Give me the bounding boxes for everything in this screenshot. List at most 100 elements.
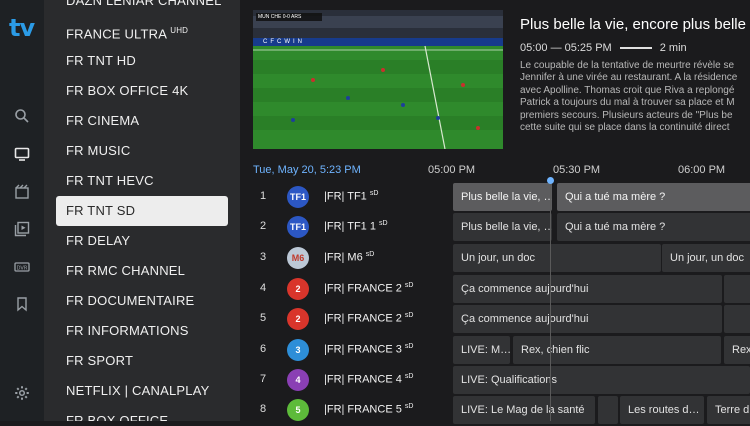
- channel-name-text: |FR| TF1 1: [324, 220, 380, 233]
- channel-group-item[interactable]: FR TNT HEVC: [56, 166, 228, 196]
- program-cell[interactable]: Les routes d…: [620, 396, 704, 424]
- channel-quality-badge: sD: [379, 220, 388, 227]
- channel-name-text: |FR| FRANCE 4: [324, 373, 405, 386]
- description-line: Patrick a toujours du mal à trouver sa p…: [520, 97, 735, 109]
- epg-row[interactable]: 2 TF1 |FR| TF1 1 sD Plus belle la vie, … Qui…: [240, 212, 750, 243]
- epg-row[interactable]: 4 2 |FR| FRANCE 2 sD Ça commence aujourd'hu…: [240, 274, 750, 305]
- channel-group-item[interactable]: FR DOCUMENTAIRE: [56, 286, 228, 316]
- program-duration: 2 min: [659, 42, 687, 54]
- channel-group-item[interactable]: FR MUSIC: [56, 136, 228, 166]
- program-cell[interactable]: Rex,: [724, 336, 750, 364]
- channel-number: 7: [260, 373, 267, 385]
- channel-number: 6: [260, 343, 267, 355]
- channel-group-label: FR TNT SD: [66, 203, 136, 218]
- program-cell[interactable]: Un jour, un doc: [662, 244, 750, 272]
- app-logo: tv: [9, 14, 35, 42]
- channel-group-item[interactable]: FR TNT SD: [56, 196, 228, 226]
- channel-logo: TF1: [287, 186, 309, 208]
- channel-name: |FR| FRANCE 5 sD: [324, 403, 413, 416]
- channel-group-item[interactable]: FR RMC CHANNEL: [56, 256, 228, 286]
- dvr-icon[interactable]: DVR: [13, 258, 31, 276]
- channel-name: |FR| TF1 1 sD: [324, 220, 388, 233]
- channel-quality-badge: sD: [404, 282, 414, 289]
- now-indicator-dot: [547, 177, 554, 184]
- channel-group-item[interactable]: FR DELAY: [56, 226, 228, 256]
- program-cell[interactable]: [598, 396, 618, 424]
- tv-icon[interactable]: [13, 145, 31, 163]
- settings-icon[interactable]: [13, 384, 31, 402]
- program-description: Le coupable de la tentative de meurtre r…: [520, 60, 750, 134]
- channel-name-text: |FR| FRANCE 5: [324, 403, 405, 416]
- program-cell[interactable]: Ça commence aujourd'hui: [453, 305, 722, 333]
- channel-group-item[interactable]: FR INFORMATIONS: [56, 316, 228, 346]
- channel-group-label: FR TNT HD: [66, 53, 136, 68]
- channel-logo: 2: [287, 278, 309, 300]
- program-cell[interactable]: [724, 275, 750, 303]
- channel-group-label: NETFLIX | CANALPLAY: [66, 383, 210, 398]
- movie-icon[interactable]: [13, 183, 31, 201]
- channel-group-label: FR INFORMATIONS: [66, 323, 189, 338]
- program-cell[interactable]: Plus belle la vie, …: [453, 183, 552, 211]
- channel-group-label: FR TNT HEVC: [66, 173, 154, 188]
- series-icon[interactable]: [13, 220, 31, 238]
- side-nav-rail: tv DVR: [0, 0, 44, 421]
- channel-quality-badge: sD: [365, 251, 375, 258]
- description-line: premiers secours. Plusieurs acteurs de "…: [520, 109, 733, 121]
- program-cell[interactable]: [724, 305, 750, 333]
- program-cell[interactable]: Terre d: [707, 396, 750, 424]
- channel-group-item[interactable]: FR BOX OFFICE: [56, 406, 228, 421]
- time-tick: 05:00 PM: [428, 164, 476, 176]
- channel-name-text: |FR| FRANCE 2: [324, 312, 405, 325]
- channel-group-label: FR BOX OFFICE 4K: [66, 83, 189, 98]
- program-cell[interactable]: Rex, chien flic: [513, 336, 721, 364]
- epg-row[interactable]: 3 M6 |FR| M6 sD Un jour, un doc Un jour, un …: [240, 243, 750, 274]
- channel-name: |FR| M6 sD: [324, 251, 374, 264]
- channel-number: 4: [260, 282, 267, 294]
- program-cell[interactable]: Ça commence aujourd'hui: [453, 275, 722, 303]
- program-cell[interactable]: Plus belle la vie, …: [453, 213, 552, 241]
- channel-logo: 2: [287, 308, 309, 330]
- now-indicator-line: [550, 180, 551, 421]
- program-info: Plus belle la vie, encore plus belle 05:…: [520, 12, 750, 134]
- channel-quality-badge: sD: [404, 312, 414, 319]
- channel-group-item[interactable]: FR SPORT: [56, 346, 228, 376]
- description-line: Jennifer à une virée au restaurant. A la…: [520, 72, 738, 84]
- channel-quality-badge: sD: [404, 403, 414, 410]
- progress-bar: [619, 47, 652, 49]
- description-line: Le coupable de la tentative de meurtre r…: [520, 60, 735, 71]
- epg-row[interactable]: 7 4 |FR| FRANCE 4 sD LIVE: Qualifications: [240, 365, 750, 396]
- channel-group-label: FR CINEMA: [66, 113, 140, 128]
- program-cell[interactable]: Un jour, un doc: [453, 244, 661, 272]
- video-preview[interactable]: MUN CHE 0-0 ARS CFCWIN: [253, 10, 503, 149]
- program-cell[interactable]: LIVE: M…: [453, 336, 510, 364]
- program-cell[interactable]: Qui a tué ma mère ?: [557, 213, 750, 241]
- channel-group-badge: UHD: [170, 26, 189, 35]
- channel-group-item[interactable]: FR CINEMA: [56, 106, 228, 136]
- channel-group-item[interactable]: DAZN LENIAR CHANNEL: [56, 0, 228, 16]
- search-icon[interactable]: [13, 107, 31, 125]
- channel-logo: TF1: [287, 216, 309, 238]
- current-datetime: Tue, May 20, 5:23 PM: [253, 164, 361, 176]
- epg-row[interactable]: 6 3 |FR| FRANCE 3 sD LIVE: M… Rex, chien fli…: [240, 335, 750, 366]
- channel-logo: M6: [287, 247, 309, 269]
- channel-number: 3: [260, 251, 267, 263]
- epg-row[interactable]: 1 TF1 |FR| TF1 sD Plus belle la vie, … Qui a…: [240, 182, 750, 213]
- channel-group-label: FR MUSIC: [66, 143, 131, 158]
- channel-quality-badge: sD: [369, 190, 379, 197]
- channel-group-item[interactable]: FR TNT HD: [56, 46, 228, 76]
- epg-row[interactable]: 8 5 |FR| FRANCE 5 sD LIVE: Le Mag de la san…: [240, 395, 750, 426]
- channel-group-label: FR BOX OFFICE: [66, 413, 169, 421]
- bookmark-icon[interactable]: [13, 295, 31, 313]
- epg-row[interactable]: 5 2 |FR| FRANCE 2 sD Ça commence aujourd'hu…: [240, 304, 750, 335]
- program-cell[interactable]: LIVE: Qualifications: [453, 366, 750, 394]
- channel-group-item[interactable]: FR BOX OFFICE 4K: [56, 76, 228, 106]
- channel-group-list[interactable]: DAZN LENIAR CHANNEL FRANCE ULTRA UHD FR TN…: [44, 0, 240, 421]
- time-tick: 05:30 PM: [553, 164, 601, 176]
- program-cell[interactable]: Qui a tué ma mère ?: [557, 183, 750, 211]
- program-cell[interactable]: LIVE: Le Mag de la santé: [453, 396, 595, 424]
- channel-group-item[interactable]: FRANCE ULTRA UHD: [56, 16, 228, 46]
- channel-number: 2: [260, 220, 267, 232]
- channel-group-item[interactable]: NETFLIX | CANALPLAY: [56, 376, 228, 406]
- channel-quality-badge: sD: [404, 373, 414, 380]
- channel-quality-badge: sD: [404, 343, 414, 350]
